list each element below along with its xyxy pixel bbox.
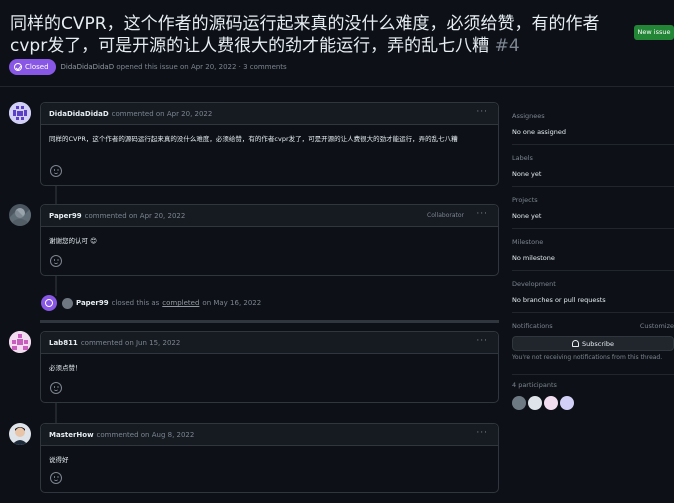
comment-timestamp[interactable]: commented on Jun 15, 2022 [81, 339, 181, 347]
issue-closed-icon [41, 295, 57, 311]
customize-link[interactable]: Customize [640, 322, 674, 330]
issue-number: #4 [494, 36, 520, 56]
sidebar-divider [512, 144, 674, 145]
closed-event: Paper99 closed this as completed on May … [41, 295, 261, 311]
timeline-line [55, 276, 57, 296]
comment-author[interactable]: Paper99 [49, 212, 82, 220]
comment: Lab811 commented on Jun 15, 2022 ··· 必须点… [40, 331, 499, 403]
sidebar-labels[interactable]: Labels None yet [512, 154, 674, 178]
issue-title: 同样的CVPR，这个作者的源码运行起来真的没什么难度，必须给赞，有的作者cvpr… [10, 13, 630, 57]
participant-avatar[interactable] [560, 396, 574, 410]
comment-timestamp[interactable]: commented on Apr 20, 2022 [112, 110, 213, 118]
comment-header: Lab811 commented on Jun 15, 2022 ··· [41, 332, 498, 354]
participant-avatar[interactable] [544, 396, 558, 410]
more-options-icon[interactable]: ··· [476, 337, 488, 346]
sidebar-divider [512, 312, 674, 313]
sidebar-divider [512, 228, 674, 229]
status-label: Closed [25, 63, 49, 71]
participant-avatar[interactable] [528, 396, 542, 410]
issue-closed-icon [14, 63, 22, 71]
add-reaction-icon[interactable] [50, 472, 62, 484]
comment-body: 谢谢您的认可 😊 [49, 237, 97, 245]
sidebar-label: Labels [512, 154, 533, 162]
comment: DidaDidaDidaD commented on Apr 20, 2022 … [40, 102, 499, 186]
sidebar-assignees[interactable]: Assignees No one assigned [512, 112, 674, 136]
sidebar-projects[interactable]: Projects None yet [512, 196, 674, 220]
collaborator-badge: Collaborator [427, 212, 464, 219]
status-badge: Closed [9, 59, 56, 75]
comment-timestamp[interactable]: commented on Aug 8, 2022 [97, 431, 195, 439]
sidebar-value: No one assigned [512, 128, 566, 136]
sidebar-value: None yet [512, 170, 542, 178]
comment-timestamp[interactable]: commented on Apr 20, 2022 [85, 212, 186, 220]
timeline-line [55, 403, 57, 423]
bell-icon [572, 340, 580, 347]
more-options-icon[interactable]: ··· [476, 210, 488, 219]
header-divider [0, 86, 674, 87]
comment-body: 同样的CVPR，这个作者的源码运行起来真的没什么难度，必须给赞，有的作者cvpr… [49, 135, 458, 143]
notification-note: You're not receiving notifications from … [512, 354, 663, 361]
issue-meta: Closed DidaDidaDidaD opened this issue o… [9, 59, 287, 75]
add-reaction-icon[interactable] [50, 255, 62, 267]
participant-avatar[interactable] [512, 396, 526, 410]
sidebar-label: Development [512, 280, 556, 288]
avatar[interactable] [9, 102, 31, 124]
add-reaction-icon[interactable] [50, 382, 62, 394]
completed-link[interactable]: completed [162, 299, 199, 307]
issue-opened-text: opened this issue on Apr 20, 2022 · 3 co… [116, 63, 287, 71]
sidebar-label: Milestone [512, 238, 544, 246]
sidebar-divider [512, 270, 674, 271]
sidebar-notifications: Notifications Customize [512, 322, 674, 330]
comment-body: 说得好 [49, 456, 69, 464]
sidebar-development[interactable]: Development No branches or pull requests [512, 280, 674, 304]
subscribe-label: Subscribe [582, 339, 614, 348]
comment-author[interactable]: Lab811 [49, 339, 78, 347]
sidebar-milestone[interactable]: Milestone No milestone [512, 238, 674, 262]
timeline-divider [40, 320, 499, 323]
comment: Paper99 commented on Apr 20, 2022 Collab… [40, 204, 499, 276]
sidebar-participants: 4 participants [512, 381, 674, 389]
timeline-line [55, 186, 57, 204]
sidebar-label: Assignees [512, 112, 545, 120]
add-reaction-icon[interactable] [50, 165, 62, 177]
comment-author[interactable]: MasterHow [49, 431, 94, 439]
more-options-icon[interactable]: ··· [476, 429, 488, 438]
avatar[interactable] [62, 297, 73, 309]
sidebar-label: Projects [512, 196, 538, 204]
more-options-icon[interactable]: ··· [476, 108, 488, 117]
sidebar-label: 4 participants [512, 381, 557, 389]
event-actor[interactable]: Paper99 [76, 299, 109, 307]
issue-opened-info: DidaDidaDidaD opened this issue on Apr 2… [61, 63, 287, 71]
sidebar-value: No milestone [512, 254, 555, 262]
sidebar-divider [512, 374, 674, 375]
comment-header: MasterHow commented on Aug 8, 2022 ··· [41, 424, 498, 446]
subscribe-button[interactable]: Subscribe [512, 336, 674, 351]
sidebar-value: None yet [512, 212, 542, 220]
comment-header: DidaDidaDidaD commented on Apr 20, 2022 … [41, 103, 498, 125]
avatar[interactable] [9, 331, 31, 353]
participants-list [512, 396, 574, 410]
comment-author[interactable]: DidaDidaDidaD [49, 110, 109, 118]
issue-author-link[interactable]: DidaDidaDidaD [61, 63, 115, 71]
event-text: closed this as [111, 299, 160, 307]
avatar[interactable] [9, 423, 31, 445]
avatar[interactable] [9, 204, 31, 226]
comment: MasterHow commented on Aug 8, 2022 ··· 说… [40, 423, 499, 493]
event-date[interactable]: on May 16, 2022 [202, 299, 261, 307]
comment-body: 必须点赞！ [49, 364, 82, 372]
new-issue-button[interactable]: New issue [634, 25, 674, 40]
sidebar-divider [512, 186, 674, 187]
comment-header: Paper99 commented on Apr 20, 2022 Collab… [41, 205, 498, 227]
sidebar-value: No branches or pull requests [512, 296, 606, 304]
